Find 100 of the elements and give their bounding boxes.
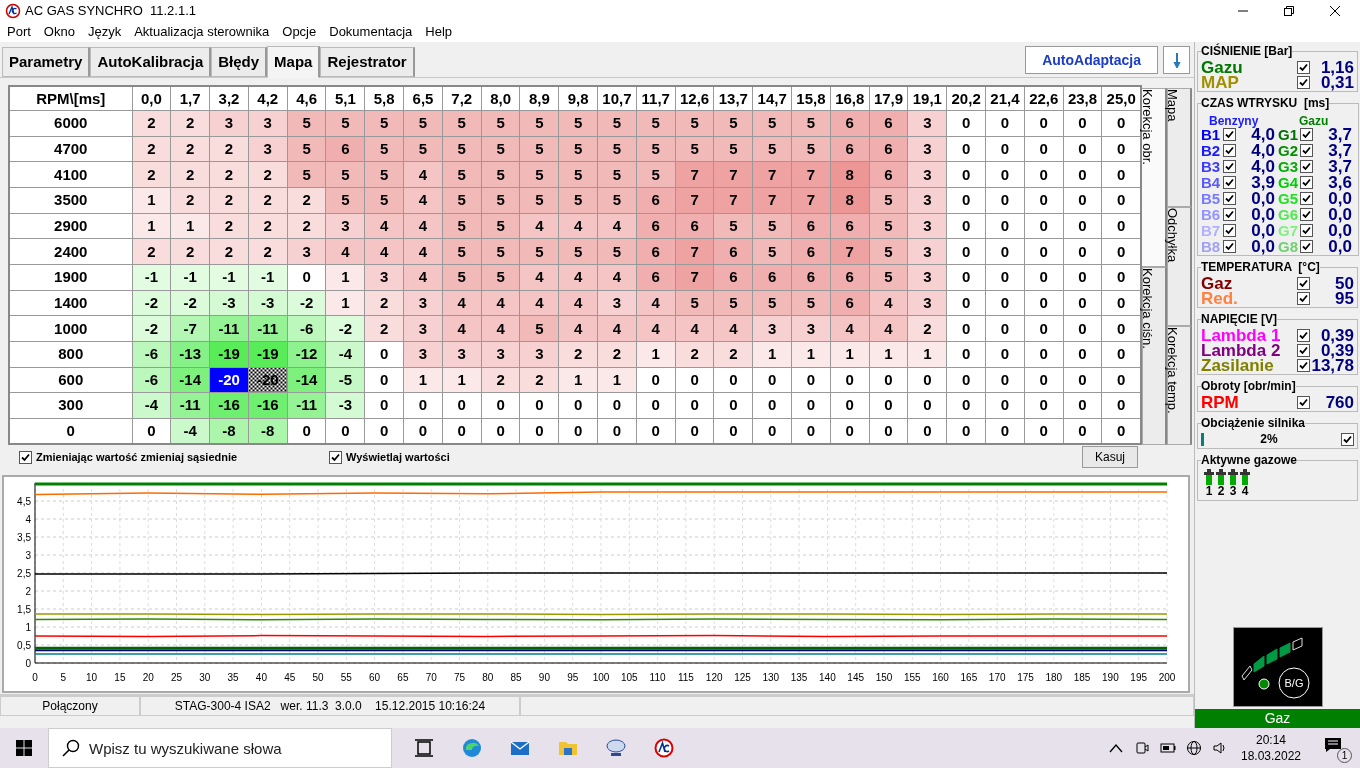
checkbox[interactable]: [1297, 61, 1310, 74]
checkbox[interactable]: [1297, 359, 1310, 372]
group-title: NAPIĘCIE [V]: [1201, 311, 1277, 328]
injector-label: B4: [1201, 174, 1222, 190]
tray-button[interactable]: [1212, 740, 1228, 756]
checkbox[interactable]: [1300, 175, 1313, 189]
column-header: 16,8: [830, 86, 870, 111]
clock-date: 18.03.2022: [1240, 748, 1302, 764]
camera-icon: [1134, 740, 1150, 756]
column-header: 14,7: [752, 86, 792, 111]
close-icon: [1330, 6, 1340, 16]
column-header: 19,1: [907, 86, 947, 111]
tick-label: 155: [903, 672, 921, 683]
injector-label: G3: [1278, 158, 1299, 174]
notification-count: 1: [1337, 748, 1352, 763]
tick-label: 200: [1158, 672, 1176, 683]
tick-label: 2,5: [17, 568, 31, 579]
checkbox[interactable]: [1341, 433, 1354, 446]
checkbox[interactable]: [1297, 329, 1310, 342]
menu-item[interactable]: Port: [7, 22, 31, 42]
checkbox[interactable]: [1300, 143, 1313, 157]
reading-label: MAP: [1201, 74, 1240, 91]
checkbox[interactable]: [19, 450, 32, 464]
side-tab[interactable]: Odchyłka: [1167, 207, 1192, 326]
tab[interactable]: Rejestrator: [320, 47, 415, 77]
tick-label: 85: [510, 672, 522, 683]
tray-button[interactable]: [1134, 740, 1150, 756]
checkbox[interactable]: [1223, 191, 1236, 205]
reading-value: 0,0: [1250, 189, 1276, 207]
checkbox[interactable]: [1297, 277, 1310, 290]
mode-indicator: Gaz: [1195, 709, 1360, 728]
reading-value: 0,0: [1327, 221, 1353, 239]
checkbox[interactable]: [1223, 223, 1236, 237]
row-header: 600: [9, 367, 132, 393]
menu-item[interactable]: Opcje: [282, 22, 317, 42]
side-tab[interactable]: Mapa: [1167, 88, 1192, 207]
menu-item[interactable]: Help: [425, 22, 453, 42]
checkbox[interactable]: [1300, 239, 1313, 253]
menu-item[interactable]: Dokumentacja: [329, 22, 413, 42]
row-header: 800: [9, 341, 132, 367]
checkbox[interactable]: [1223, 175, 1236, 189]
tick-label: 15: [114, 672, 126, 683]
tray-button[interactable]: [1186, 740, 1202, 756]
maximize-icon: [1284, 6, 1294, 16]
side-tab[interactable]: Korekcja temp.: [1167, 326, 1192, 445]
checkbox[interactable]: [329, 450, 342, 464]
tick-label: 1: [25, 622, 31, 633]
tab[interactable]: Parametry: [2, 47, 91, 77]
checkbox[interactable]: [1297, 76, 1310, 89]
status-text: STAG-300-4 ISA2 wer. 11.3 3.0.0 15.12.2015 10:16:24: [140, 696, 520, 716]
task-view-icon: [414, 738, 434, 758]
search-field[interactable]: Wpisz tu wyszukiwane słowa: [48, 728, 392, 768]
tick-label: 35: [227, 672, 239, 683]
tab[interactable]: Błędy: [211, 47, 268, 77]
reading-value: 3,7: [1327, 157, 1353, 175]
injector-label: G8: [1278, 238, 1299, 254]
reading-value: 3,9: [1250, 173, 1276, 191]
checkbox[interactable]: [1223, 239, 1236, 253]
checkbox[interactable]: [1223, 207, 1236, 221]
tab[interactable]: Mapa: [267, 46, 321, 78]
checkbox[interactable]: [1297, 292, 1310, 305]
group-title: TEMPERATURA [°C]: [1201, 259, 1320, 276]
checkbox[interactable]: [1297, 396, 1310, 409]
checkbox[interactable]: [1300, 191, 1313, 205]
checkbox[interactable]: [1300, 127, 1313, 141]
column-label: Benzyny: [1208, 113, 1260, 126]
reading-value: 0,0: [1250, 205, 1276, 223]
tick-label: 140: [819, 672, 836, 683]
clear-button[interactable]: Kasuj: [1081, 446, 1138, 468]
checkbox[interactable]: [1223, 127, 1236, 141]
checkbox[interactable]: [1223, 159, 1236, 173]
tray-button[interactable]: [1160, 740, 1176, 756]
option-label: Zmieniając wartość zmieniaj sąsiednie: [36, 449, 238, 465]
tab[interactable]: AutoKalibracja: [90, 47, 212, 77]
checkbox[interactable]: [1297, 344, 1310, 357]
row-header: 1000: [9, 315, 132, 342]
checkbox[interactable]: [1223, 143, 1236, 157]
tick-label: 190: [1102, 672, 1119, 683]
app-logo-icon: [5, 3, 21, 19]
reading-value: 0,39: [1320, 342, 1354, 359]
menu-item[interactable]: Okno: [43, 22, 75, 42]
column-header: 4,6: [287, 86, 326, 111]
checkbox[interactable]: [1300, 159, 1313, 173]
tick-label: 170: [988, 672, 1006, 683]
menu-item[interactable]: Aktualizacja sterownika: [134, 22, 270, 42]
injector-label: B2: [1201, 142, 1222, 158]
reading-value: 760: [1324, 394, 1354, 411]
tool-button[interactable]: [1163, 46, 1190, 74]
column-header: RPM\[ms]: [9, 86, 132, 111]
tick-label: 120: [705, 672, 723, 683]
checkbox[interactable]: [1300, 223, 1313, 237]
column-header: 8,9: [519, 86, 559, 111]
menu-item[interactable]: Język: [87, 22, 122, 42]
tick-label: 135: [790, 672, 808, 683]
injector-label: B6: [1201, 206, 1222, 222]
tick-label: 185: [1073, 672, 1091, 683]
checkbox[interactable]: [1300, 207, 1313, 221]
battery-icon: [1160, 740, 1176, 756]
auto-adaptation-button[interactable]: AutoAdaptacja: [1025, 46, 1158, 74]
notification-button[interactable]: 1: [1322, 733, 1352, 763]
